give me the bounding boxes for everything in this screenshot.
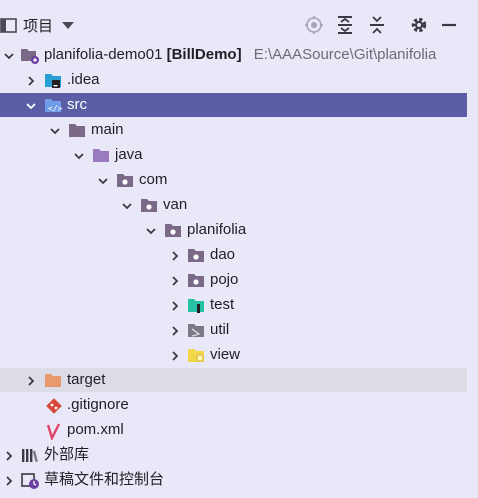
tree-row-test[interactable]: test xyxy=(0,293,467,317)
tree-row-main[interactable]: main xyxy=(0,118,467,142)
folder-icon xyxy=(68,122,85,138)
project-view-selector[interactable]: 项目 xyxy=(0,13,75,37)
chevron-down-icon[interactable] xyxy=(97,174,109,186)
tree-label-van: van xyxy=(163,196,188,213)
excluded-folder-icon xyxy=(187,322,204,338)
collapse-all-icon[interactable] xyxy=(365,13,389,37)
chevron-right-icon[interactable] xyxy=(169,349,181,361)
tree-label-pojo: pojo xyxy=(210,271,239,288)
chevron-right-icon[interactable] xyxy=(3,474,15,486)
tree-label-view: view xyxy=(210,346,241,363)
tree-row-pojo[interactable]: pojo xyxy=(0,268,467,292)
source-folder-icon: </> xyxy=(44,97,63,113)
tree-label-target: target xyxy=(67,371,106,388)
expand-all-icon[interactable] xyxy=(333,13,357,37)
libraries-icon xyxy=(20,447,38,463)
chevron-right-icon[interactable] xyxy=(169,299,181,311)
tree-row-scratches[interactable]: 草稿文件和控制台 xyxy=(0,468,467,492)
chevron-down-icon[interactable] xyxy=(121,199,133,211)
tree-label-main: main xyxy=(91,121,124,138)
project-window-icon xyxy=(0,17,17,33)
package-folder-icon xyxy=(140,197,157,213)
chevron-down-icon[interactable] xyxy=(25,99,37,111)
project-name: planifolia-demo01 xyxy=(44,46,163,63)
tree-row-dao[interactable]: dao xyxy=(0,243,467,267)
tree-row-pom[interactable]: pom.xml xyxy=(0,418,467,442)
chevron-right-icon[interactable] xyxy=(169,274,181,286)
tree-row-target[interactable]: target xyxy=(0,368,467,392)
tree-row-src[interactable]: </> src xyxy=(0,93,467,117)
chevron-down-icon[interactable] xyxy=(3,49,15,61)
project-toolbar: 项目 xyxy=(0,0,478,42)
chevron-right-icon[interactable] xyxy=(25,74,37,86)
tree-label-scratches: 草稿文件和控制台 xyxy=(44,471,165,488)
tree-label-util: util xyxy=(210,321,230,338)
chevron-down-icon[interactable] xyxy=(62,21,75,29)
tree-label-com: com xyxy=(139,171,168,188)
chevron-right-icon[interactable] xyxy=(169,249,181,261)
chevron-right-icon[interactable] xyxy=(25,374,37,386)
project-path: E:\AAASource\Git\planifolia xyxy=(253,46,437,63)
tree-label-project: planifolia-demo01 [BillDemo] E:\AAASourc… xyxy=(44,45,436,65)
chevron-down-icon[interactable] xyxy=(49,124,61,136)
chevron-right-icon[interactable] xyxy=(3,449,15,461)
tree-row-planifolia[interactable]: planifolia xyxy=(0,218,467,242)
project-view-title: 项目 xyxy=(23,17,54,35)
resource-folder-icon xyxy=(187,347,204,363)
idea-folder-icon xyxy=(44,72,61,88)
chevron-right-icon[interactable] xyxy=(169,324,181,336)
tree-row-java[interactable]: java xyxy=(0,143,467,167)
test-folder-icon xyxy=(187,297,204,313)
package-folder-icon xyxy=(116,172,133,188)
package-folder-icon xyxy=(164,222,181,238)
tree-label-java: java xyxy=(115,146,143,163)
minimize-icon[interactable] xyxy=(437,13,461,37)
maven-file-icon xyxy=(46,422,63,442)
svg-text:</>: </> xyxy=(48,104,63,113)
tree-row-view[interactable]: view xyxy=(0,343,467,367)
tree-label-gitignore: .gitignore xyxy=(67,396,129,413)
scratches-icon xyxy=(20,472,39,489)
tree-row-external-libraries[interactable]: 外部库 xyxy=(0,443,467,467)
tree-row-com[interactable]: com xyxy=(0,168,467,192)
source-root-folder-icon xyxy=(92,147,109,163)
tree-label-src: src xyxy=(67,96,87,113)
tree-row-gitignore[interactable]: .gitignore xyxy=(0,393,467,417)
chevron-down-icon[interactable] xyxy=(145,224,157,236)
tree-row-van[interactable]: van xyxy=(0,193,467,217)
output-folder-icon xyxy=(44,372,61,388)
tree-row-idea[interactable]: .idea xyxy=(0,68,467,92)
tree-label-pom: pom.xml xyxy=(67,421,124,438)
tree-label-planifolia: planifolia xyxy=(187,221,247,238)
project-module: [BillDemo] xyxy=(166,46,242,63)
package-folder-icon xyxy=(187,272,204,288)
tree-row-util[interactable]: util xyxy=(0,318,467,342)
module-folder-icon xyxy=(20,47,39,64)
tree-label-test: test xyxy=(210,296,235,313)
chevron-down-icon[interactable] xyxy=(73,149,85,161)
tree-label-dao: dao xyxy=(210,246,236,263)
gear-icon[interactable] xyxy=(407,13,431,37)
tree-row-project-root[interactable]: planifolia-demo01 [BillDemo] E:\AAASourc… xyxy=(0,43,467,67)
package-folder-icon xyxy=(187,247,204,263)
tree-label-idea: .idea xyxy=(67,71,100,88)
tree-label-external-libraries: 外部库 xyxy=(44,446,90,463)
select-opened-file-icon[interactable] xyxy=(302,13,326,37)
git-file-icon xyxy=(45,397,62,414)
